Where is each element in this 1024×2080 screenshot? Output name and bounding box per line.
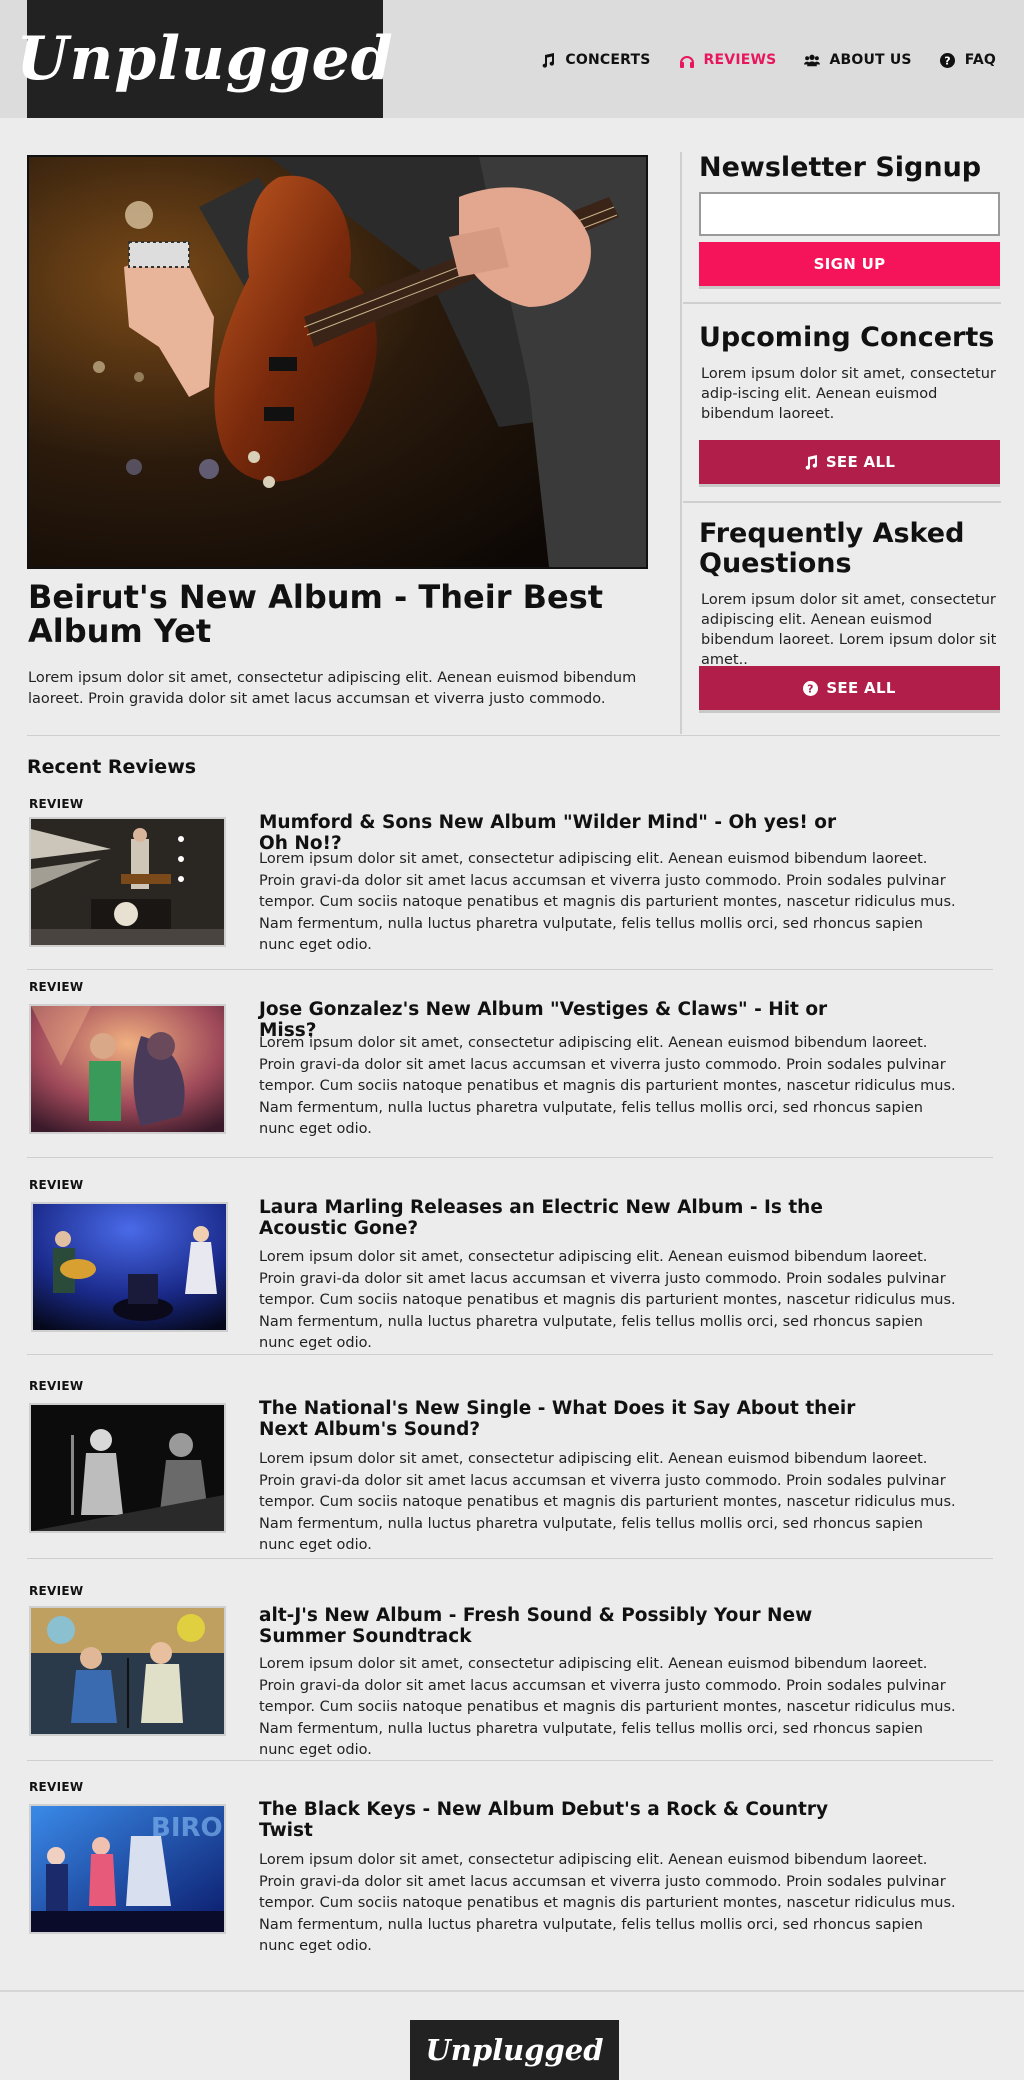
site-header: Unplugged CONCERTS REVIEWS ABOUT US ? FA… xyxy=(0,0,1024,118)
newsletter-email-input[interactable] xyxy=(699,192,1000,236)
music-note-icon xyxy=(540,52,556,68)
nav-concerts[interactable]: CONCERTS xyxy=(540,52,650,68)
review-title[interactable]: Laura Marling Releases an Electric New A… xyxy=(259,1197,859,1239)
review-thumbnail[interactable] xyxy=(29,1606,226,1736)
faq-see-all-button[interactable]: ? SEE ALL xyxy=(699,666,1000,710)
faq-title: Frequently Asked Questions xyxy=(699,518,965,579)
review-title[interactable]: The National's New Single - What Does it… xyxy=(259,1398,859,1440)
main-nav: CONCERTS REVIEWS ABOUT US ? FAQ xyxy=(512,52,996,68)
signup-button[interactable]: SIGN UP xyxy=(699,242,1000,286)
question-circle-icon: ? xyxy=(803,680,819,696)
review-title[interactable]: The Black Keys - New Album Debut's a Roc… xyxy=(259,1799,859,1841)
concert-photo: BIRO xyxy=(31,1806,224,1932)
question-circle-icon: ? xyxy=(940,52,956,68)
nav-reviews-label: REVIEWS xyxy=(703,52,777,68)
newsletter-title: Newsletter Signup xyxy=(699,152,982,183)
feature-text: Lorem ipsum dolor sit amet, consectetur … xyxy=(28,670,637,707)
review-thumbnail[interactable] xyxy=(29,817,226,947)
nav-about[interactable]: ABOUT US xyxy=(804,52,912,68)
review-item: REVIEW BIRO The Black Keys - New Album D… xyxy=(27,1780,992,1960)
svg-text:?: ? xyxy=(944,54,951,67)
review-thumbnail[interactable]: BIRO xyxy=(29,1804,226,1934)
site-logo[interactable]: Unplugged xyxy=(16,0,393,118)
review-body: Lorem ipsum dolor sit amet, consectetur … xyxy=(259,1035,956,1137)
nav-concerts-label: CONCERTS xyxy=(565,52,651,68)
users-icon xyxy=(804,52,821,68)
review-body: Lorem ipsum dolor sit amet, consectetur … xyxy=(259,1656,956,1758)
review-tag: REVIEW xyxy=(29,797,84,811)
review-divider xyxy=(27,1760,993,1761)
recent-reviews-heading: Recent Reviews xyxy=(27,756,197,778)
concerts-see-all-button[interactable]: SEE ALL xyxy=(699,440,1000,484)
section-divider xyxy=(27,735,1000,736)
footer-logo[interactable]: Unplugged xyxy=(410,2020,619,2080)
feature-title[interactable]: Beirut's New Album - Their Best Album Ye… xyxy=(28,580,648,648)
feature-image[interactable] xyxy=(27,155,648,569)
faq-text: Lorem ipsum dolor sit amet, consectetur … xyxy=(701,592,997,668)
review-tag: REVIEW xyxy=(29,1379,84,1393)
sidebar-divider xyxy=(683,302,1001,304)
guitarist-photo xyxy=(29,157,646,567)
review-body: Lorem ipsum dolor sit amet, consectetur … xyxy=(259,1451,956,1553)
review-tag: REVIEW xyxy=(29,980,84,994)
review-divider xyxy=(27,1157,993,1158)
nav-faq-label: FAQ xyxy=(964,52,996,68)
review-item: REVIEW alt-J's New Album - Fresh Sound &… xyxy=(27,1584,992,1764)
review-divider xyxy=(27,1354,993,1355)
column-divider xyxy=(680,152,682,734)
review-item: REVIEW Jose Gonzalez's New Album "Vestig… xyxy=(27,980,992,1160)
review-body: Lorem ipsum dolor sit amet, consectetur … xyxy=(259,851,956,953)
concerts-title: Upcoming Concerts xyxy=(699,322,995,353)
concert-photo xyxy=(31,819,224,945)
footer-divider xyxy=(0,1990,1024,1992)
concert-photo xyxy=(31,1405,224,1531)
review-thumbnail[interactable] xyxy=(29,1004,226,1134)
review-tag: REVIEW xyxy=(29,1584,84,1598)
music-note-icon xyxy=(804,454,818,470)
review-tag: REVIEW xyxy=(29,1178,84,1192)
review-thumbnail[interactable] xyxy=(31,1202,228,1332)
concert-photo xyxy=(31,1006,224,1132)
review-item: REVIEW Laura Marling Releases an Electri… xyxy=(27,1178,992,1358)
sidebar-divider xyxy=(683,501,1001,503)
faq-see-all-label: SEE ALL xyxy=(826,679,896,697)
concerts-text: Lorem ipsum dolor sit amet, consectetur … xyxy=(701,366,996,422)
nav-about-label: ABOUT US xyxy=(829,52,912,68)
concerts-see-all-label: SEE ALL xyxy=(825,453,896,471)
svg-text:BIRO: BIRO xyxy=(151,1813,223,1843)
review-body: Lorem ipsum dolor sit amet, consectetur … xyxy=(259,1852,956,1954)
review-title[interactable]: alt-J's New Album - Fresh Sound & Possib… xyxy=(259,1605,859,1647)
nav-faq[interactable]: ? FAQ xyxy=(940,52,996,68)
review-tag: REVIEW xyxy=(29,1780,84,1794)
concert-photo xyxy=(33,1204,226,1330)
review-divider xyxy=(27,1558,993,1559)
review-item: REVIEW Mumford & Sons New Album "Wilder … xyxy=(27,797,992,977)
review-body: Lorem ipsum dolor sit amet, consectetur … xyxy=(259,1249,956,1351)
headphones-icon xyxy=(679,52,695,68)
concert-photo xyxy=(31,1608,224,1734)
review-divider xyxy=(27,969,993,970)
review-item: REVIEW The National's New Single - What … xyxy=(27,1379,992,1559)
nav-reviews[interactable]: REVIEWS xyxy=(679,52,777,68)
review-title[interactable]: Mumford & Sons New Album "Wilder Mind" -… xyxy=(259,812,859,854)
svg-text:?: ? xyxy=(807,682,814,695)
review-thumbnail[interactable] xyxy=(29,1403,226,1533)
